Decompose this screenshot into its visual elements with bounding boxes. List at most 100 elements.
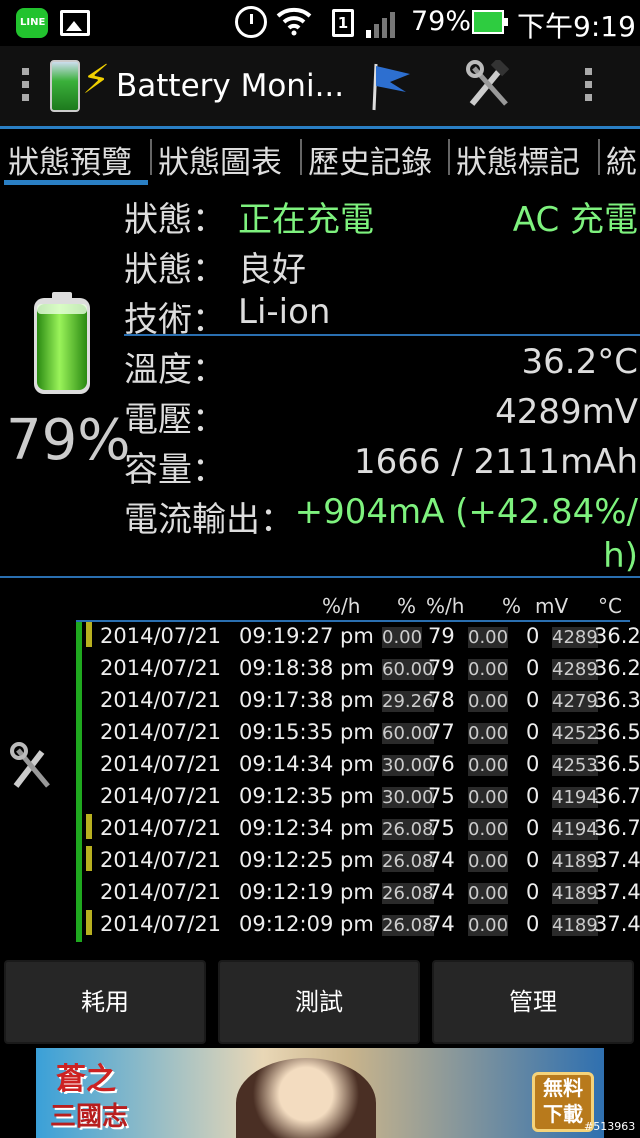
tab-history[interactable]: 歷史記錄 bbox=[300, 137, 432, 182]
current-value: +904mA (+42.84%/ bbox=[294, 492, 638, 532]
header-rate-2: %/h bbox=[426, 594, 465, 618]
cell-rate1: 60.00 bbox=[382, 659, 434, 680]
app-bolt-icon: ⚡ bbox=[82, 57, 111, 103]
tools-icon[interactable] bbox=[10, 742, 54, 792]
tab-status-overview[interactable]: 狀態預覽 bbox=[8, 137, 132, 182]
tab-status-chart[interactable]: 狀態圖表 bbox=[150, 137, 282, 182]
cell-date: 2014/07/21 bbox=[100, 688, 222, 712]
cell-pct2: 0 bbox=[526, 816, 540, 840]
tab-status-marks[interactable]: 狀態標記 bbox=[448, 137, 580, 182]
cell-date: 2014/07/21 bbox=[100, 656, 222, 680]
ad-badge-line1: 無料 bbox=[543, 1076, 583, 1100]
table-row[interactable]: 2014/07/21 09:14:34 pm 30.00 76 0.00 0 4253 36.… bbox=[74, 750, 640, 782]
cell-rate1: 30.00 bbox=[382, 755, 434, 776]
cell-rate2: 0.00 bbox=[468, 691, 509, 712]
cell-pct1: 74 bbox=[428, 912, 455, 936]
table-row[interactable]: 2014/07/21 09:12:34 pm 26.08 75 0.00 0 4194 36.… bbox=[74, 814, 640, 846]
table-row[interactable]: 2014/07/21 09:12:35 pm 30.00 75 0.00 0 4194 36.… bbox=[74, 782, 640, 814]
technology-value: Li-ion bbox=[238, 292, 331, 332]
row-marker-green bbox=[76, 910, 82, 942]
cell-temp: 37.4 bbox=[594, 848, 640, 872]
cell-mv: 4194 bbox=[552, 819, 598, 840]
charging-battery-icon bbox=[472, 10, 508, 34]
cell-date: 2014/07/21 bbox=[100, 624, 222, 648]
cell-pct1: 74 bbox=[428, 880, 455, 904]
table-row[interactable]: 2014/07/21 09:12:19 pm 26.08 74 0.00 0 4189 37.… bbox=[74, 878, 640, 910]
cell-time: 09:14:34 pm bbox=[239, 752, 374, 776]
drawer-menu-icon[interactable] bbox=[22, 68, 30, 108]
cell-rate1: 26.08 bbox=[382, 883, 434, 904]
cell-mv: 4279 bbox=[552, 691, 598, 712]
cell-date: 2014/07/21 bbox=[100, 784, 222, 808]
cell-pct2: 0 bbox=[526, 912, 540, 936]
cell-rate2: 0.00 bbox=[468, 755, 509, 776]
cell-temp: 36.3 bbox=[594, 688, 640, 712]
tab-statistics[interactable]: 統 bbox=[598, 137, 637, 182]
cell-rate1: 30.00 bbox=[382, 787, 434, 808]
cell-mv: 4194 bbox=[552, 787, 598, 808]
wifi-icon bbox=[276, 7, 312, 36]
ad-banner[interactable]: 蒼之 三國志 無料 下載 bbox=[36, 1048, 604, 1138]
cell-time: 09:19:27 pm bbox=[239, 624, 374, 648]
cell-temp: 37.4 bbox=[594, 912, 640, 936]
table-row[interactable]: 2014/07/21 09:12:25 pm 26.08 74 0.00 0 4189 37.… bbox=[74, 846, 640, 878]
cell-date: 2014/07/21 bbox=[100, 848, 222, 872]
ad-badge-line2: 下載 bbox=[543, 1102, 583, 1126]
row-marker-green bbox=[76, 782, 82, 814]
table-row[interactable]: 2014/07/21 09:18:38 pm 60.00 79 0.00 0 4289 36.… bbox=[74, 654, 640, 686]
cell-time: 09:12:35 pm bbox=[239, 784, 374, 808]
cell-time: 09:15:35 pm bbox=[239, 720, 374, 744]
cell-temp: 36.5 bbox=[594, 720, 640, 744]
cell-rate2: 0.00 bbox=[468, 819, 509, 840]
table-row[interactable]: 2014/07/21 09:19:27 pm 0.00 79 0.00 0 4289 36.2 bbox=[74, 622, 640, 654]
info-divider bbox=[124, 334, 640, 336]
ad-character-image bbox=[236, 1058, 376, 1138]
cell-rate1: 26.08 bbox=[382, 851, 434, 872]
header-temp: °C bbox=[598, 594, 622, 618]
tools-icon[interactable] bbox=[466, 60, 512, 110]
table-row[interactable]: 2014/07/21 09:15:35 pm 60.00 77 0.00 0 4252 36.… bbox=[74, 718, 640, 750]
line-app-label: LINE bbox=[20, 17, 46, 28]
cell-mv: 4289 bbox=[552, 627, 598, 648]
header-rate: %/h bbox=[322, 594, 361, 618]
info-bottom-divider bbox=[0, 576, 640, 578]
watermark: #513963 bbox=[584, 1120, 636, 1133]
status-clock: 下午9:19 bbox=[517, 10, 636, 43]
cell-date: 2014/07/21 bbox=[100, 880, 222, 904]
battery-status-panel: 79% 狀態： 正在充電 AC 充電 狀態： 良好 技術： Li-ion 溫度：… bbox=[0, 186, 640, 578]
cell-mv: 4253 bbox=[552, 755, 598, 776]
cell-temp: 36.7 bbox=[594, 816, 640, 840]
table-row[interactable]: 2014/07/21 09:12:09 pm 26.08 74 0.00 0 4189 37.… bbox=[74, 910, 640, 942]
status-value: 正在充電 bbox=[238, 200, 374, 240]
flag-icon[interactable] bbox=[370, 60, 414, 112]
cell-pct1: 78 bbox=[428, 688, 455, 712]
row-marker-green bbox=[76, 654, 82, 686]
header-percent: % bbox=[397, 594, 417, 618]
cell-time: 09:18:38 pm bbox=[239, 656, 374, 680]
cell-rate1: 0.00 bbox=[382, 627, 423, 648]
cell-time: 09:12:09 pm bbox=[239, 912, 374, 936]
row-marker-yellow bbox=[86, 814, 92, 839]
cell-pct1: 79 bbox=[428, 624, 455, 648]
test-button[interactable]: 測試 bbox=[218, 960, 420, 1044]
action-bar: ⚡ Battery Moni... bbox=[0, 46, 640, 126]
cell-pct1: 75 bbox=[428, 816, 455, 840]
status-bar: LINE 1 79% 下午9:19 bbox=[0, 0, 640, 46]
table-row[interactable]: 2014/07/21 09:17:38 pm 29.26 78 0.00 0 4279 36.… bbox=[74, 686, 640, 718]
manage-button[interactable]: 管理 bbox=[432, 960, 634, 1044]
history-table[interactable]: %/h % %/h % mV °C 2014/07/21 09:19:27 pm 0… bbox=[0, 580, 640, 952]
usage-button[interactable]: 耗用 bbox=[4, 960, 206, 1044]
cell-pct2: 0 bbox=[526, 784, 540, 808]
voltage-value: 4289mV bbox=[495, 392, 638, 432]
battery-icon bbox=[34, 292, 90, 394]
cell-pct2: 0 bbox=[526, 688, 540, 712]
cell-time: 09:17:38 pm bbox=[239, 688, 374, 712]
overflow-menu-icon[interactable] bbox=[585, 68, 593, 108]
signal-icon bbox=[366, 12, 395, 38]
current-label: 電流輸出： bbox=[124, 500, 294, 540]
row-marker-green bbox=[76, 846, 82, 878]
cell-pct1: 74 bbox=[428, 848, 455, 872]
cell-mv: 4252 bbox=[552, 723, 598, 744]
cell-mv: 4189 bbox=[552, 883, 598, 904]
cell-date: 2014/07/21 bbox=[100, 912, 222, 936]
